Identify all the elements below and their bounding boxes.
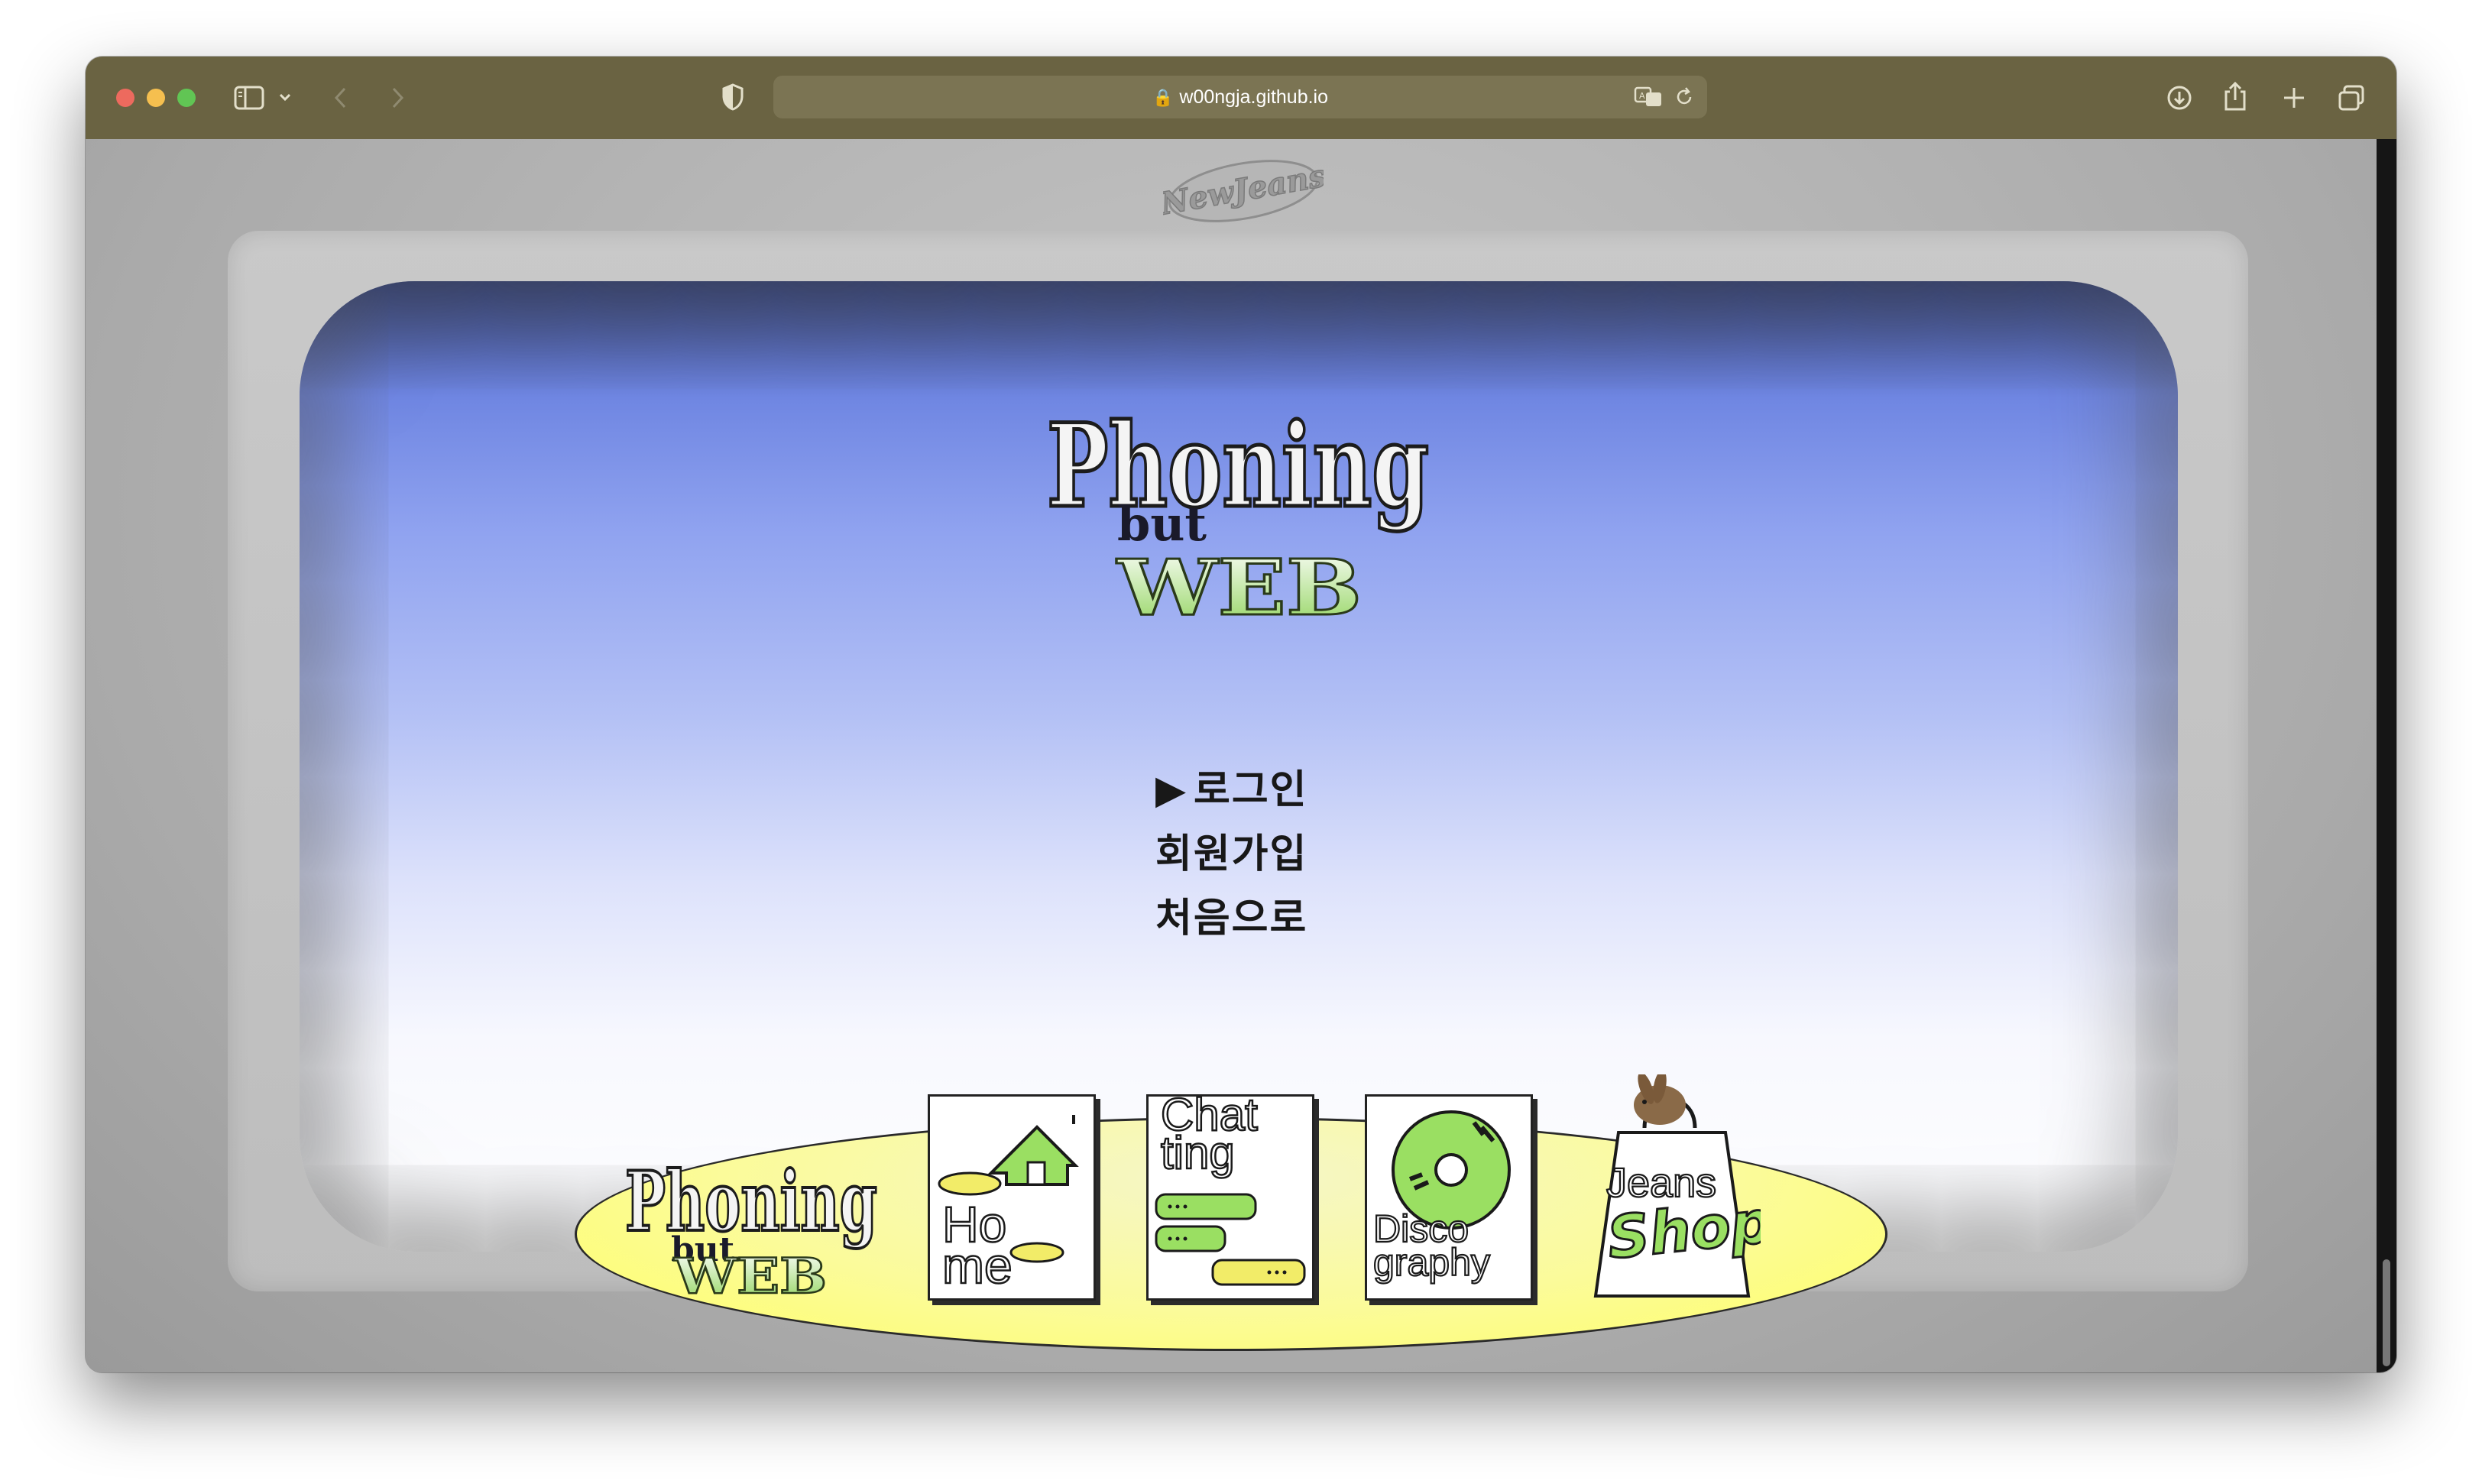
url-text: w00ngja.github.io [1179,86,1328,108]
chevron-down-icon[interactable] [278,92,292,102]
download-icon[interactable] [2166,84,2193,112]
sidebar-toggle-icon[interactable] [234,86,264,110]
home-label-line2: me [942,1237,1013,1294]
dock-logo-line3: WEB [673,1248,827,1299]
browser-window: 🔒 w00ngja.github.io A NewJeans Phoning b… [86,57,2396,1372]
selection-arrow-icon: ▶ [1155,767,1188,813]
home-app-button[interactable]: Ho me [928,1094,1096,1301]
bunny-icon [1634,1070,1686,1125]
shopping-bag-icon: Jeans Shop [1593,1070,1776,1298]
close-window-button[interactable] [116,89,134,107]
back-arrow-icon[interactable] [332,86,350,110]
page-scrollbar[interactable] [2377,139,2396,1372]
chatting-app-button[interactable]: Chat ting [1146,1094,1314,1301]
browser-toolbar: 🔒 w00ngja.github.io A [86,57,2396,141]
app-title-logo: Phoning but WEB [1041,391,1476,634]
page-content: NewJeans Phoning but WEB ▶ 로그인 회원가입 처음으로… [86,139,2396,1372]
menu-login-label: 로그인 [1194,767,1308,813]
lock-icon: 🔒 [1152,88,1174,107]
tab-overview-icon[interactable] [2337,84,2366,113]
minimize-window-button[interactable] [147,89,165,107]
menu-signup-label: 회원가입 [1155,831,1308,877]
zoom-window-button[interactable] [177,89,196,107]
new-tab-icon[interactable] [2282,86,2306,110]
dock-app-logo[interactable]: Phoning but WEB [620,1146,896,1306]
address-bar[interactable]: 🔒 w00ngja.github.io A [773,76,1707,118]
scrollbar-thumb[interactable] [2383,1259,2390,1366]
title-line1: Phoning [1047,399,1429,533]
menu-back-label: 처음으로 [1155,896,1308,941]
newjeans-logo: NewJeans [1163,157,1324,223]
menu-signup[interactable]: 회원가입 [1155,822,1415,886]
privacy-shield-icon[interactable] [721,83,744,112]
forward-arrow-icon[interactable] [388,86,407,110]
chat-bubbles-icon: Chat ting [1155,1097,1306,1286]
dock-logo-line1: Phoning [625,1154,877,1250]
home-icon: Ho me [938,1115,1079,1294]
disc-icon: Disco graphy [1372,1110,1511,1285]
chat-label-line2: ting [1161,1127,1235,1178]
menu-login[interactable]: ▶ 로그인 [1155,758,1415,822]
jeans-shop-app-button[interactable]: Jeans Shop [1580,1070,1776,1307]
discography-app-button[interactable]: Disco graphy [1365,1094,1533,1301]
main-menu: ▶ 로그인 회원가입 처음으로 [1155,758,1415,951]
address-url[interactable]: 🔒 w00ngja.github.io [773,76,1707,119]
disco-label-line2: graphy [1373,1241,1490,1284]
share-icon[interactable] [2222,81,2248,112]
translate-icon[interactable]: A [1634,86,1663,108]
reload-icon[interactable] [1674,86,1695,108]
title-line3: WEB [1116,543,1362,628]
menu-back-to-start[interactable]: 처음으로 [1155,886,1415,951]
svg-text:A: A [1639,91,1645,101]
